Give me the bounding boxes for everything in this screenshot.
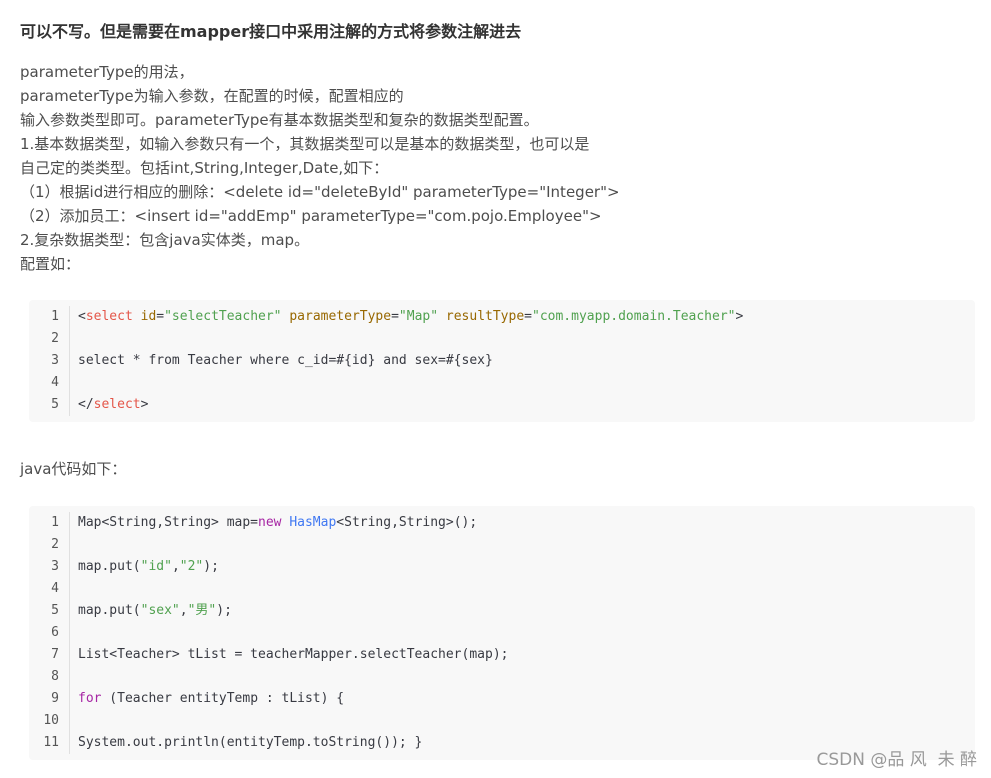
code-token: System.out.println(entityTemp.toString()… <box>78 735 423 750</box>
line-number: 3 <box>51 353 59 368</box>
code-token: id <box>140 309 157 324</box>
code-token: ); <box>203 559 219 574</box>
code-token: "sex" <box>140 603 180 618</box>
line-number: 6 <box>51 625 59 640</box>
code-token: <String,String>(); <box>336 515 478 530</box>
code-token: Map<String,String> map= <box>78 515 259 530</box>
code-token: (Teacher entityTemp : tList) { <box>101 691 345 706</box>
code-line: 3 map.put("id", "2"); <box>29 556 975 578</box>
line-number: 11 <box>43 735 59 750</box>
code-token: "Map" <box>398 309 439 324</box>
line-number: 8 <box>51 669 59 684</box>
code-token: parameterType <box>289 309 392 324</box>
line-number: 1 <box>51 515 59 530</box>
line-number: 2 <box>51 331 59 346</box>
code-line: 5 map.put("sex", "男"); <box>29 600 975 622</box>
code-line: 8 <box>29 666 975 688</box>
code-line: 4 <box>29 578 975 600</box>
paragraph-line: 输入参数类型即可。parameterType有基本数据类型和复杂的数据类型配置。 <box>20 111 539 129</box>
code-token: map.put( <box>78 559 141 574</box>
code-token: select <box>85 309 133 324</box>
code-line: 9 for (Teacher entityTemp : tList) { <box>29 688 975 710</box>
code-token: resultType <box>445 309 525 324</box>
code-token: = <box>524 309 532 324</box>
line-number: 3 <box>51 559 59 574</box>
intro-paragraph: parameterType的用法， parameterType为输入参数，在配置… <box>20 60 620 276</box>
code-token: map.put( <box>78 603 141 618</box>
paragraph-line: （1）根据id进行相应的删除：<delete id="deleteById" p… <box>20 183 620 201</box>
code-token: = <box>391 309 399 324</box>
code-line: 1 < select id = "selectTeacher" parameterTy… <box>29 306 975 328</box>
code-line: 2 <box>29 328 975 350</box>
code-token: List<Teacher> tList = teacherMapper.sele… <box>78 647 509 662</box>
line-number: 1 <box>51 309 59 324</box>
code-line: 7 List<Teacher> tList = teacherMapper.se… <box>29 644 975 666</box>
paragraph-line: parameterType为输入参数，在配置的时候，配置相应的 <box>20 87 404 105</box>
line-number: 5 <box>51 397 59 412</box>
code-token: "男" <box>187 603 217 618</box>
section-heading: 可以不写。但是需要在mapper接口中采用注解的方式将参数注解进去 <box>20 22 522 41</box>
code-token: select * from Teacher where c_id=#{id} a… <box>78 353 493 368</box>
code-line: 1 Map<String,String> map= new HasMap <Stri… <box>29 512 975 534</box>
code-token: , <box>171 559 180 574</box>
code-token: > <box>140 397 149 412</box>
code-token: "id" <box>140 559 172 574</box>
paragraph-line: 配置如： <box>20 255 81 273</box>
code-token: new <box>258 515 282 530</box>
code-token: </ <box>78 397 94 412</box>
line-number: 9 <box>51 691 59 706</box>
code-line: 2 <box>29 534 975 556</box>
code-token: for <box>78 691 102 706</box>
code-line: 4 <box>29 372 975 394</box>
code-line: 5 </select > <box>29 394 975 416</box>
code-line: 10 <box>29 710 975 732</box>
line-number: 7 <box>51 647 59 662</box>
paragraph-line: 1.基本数据类型，如输入参数只有一个，其数据类型可以是基本的数据类型，也可以是 <box>20 135 590 153</box>
paragraph-line: 2.复杂数据类型：包含java实体类，map。 <box>20 231 310 249</box>
code-token: "2" <box>179 559 204 574</box>
paragraph-line: 自己定的类类型。包括int,String,Integer,Date,如下： <box>20 159 389 177</box>
code-token: ); <box>216 603 232 618</box>
code-token: , <box>179 603 188 618</box>
java-code-block[interactable]: 1 Map<String,String> map= new HasMap <Stri… <box>29 506 975 760</box>
code-token: select <box>93 397 141 412</box>
paragraph-line: （2）添加员工：<insert id="addEmp" parameterTyp… <box>20 207 602 225</box>
code-token: < <box>78 309 86 324</box>
line-number: 2 <box>51 537 59 552</box>
code-token: > <box>735 309 744 324</box>
code-token: = <box>156 309 165 324</box>
xml-code-block[interactable]: 1 < select id = "selectTeacher" parameterTy… <box>29 300 975 422</box>
line-number: 4 <box>51 581 59 596</box>
code-token: HasMap <box>289 515 337 530</box>
line-number: 5 <box>51 603 59 618</box>
code-token: "com.myapp.domain.Teacher" <box>532 309 736 324</box>
code-line: 3 select * from Teacher where c_id=#{id}… <box>29 350 975 372</box>
csdn-watermark: CSDN @品 风 ‍ 未 醉 <box>816 750 978 770</box>
line-number: 10 <box>43 713 59 728</box>
paragraph-line: parameterType的用法， <box>20 63 194 81</box>
java-subheading: java代码如下： <box>20 460 127 478</box>
code-line: 6 <box>29 622 975 644</box>
code-token: "selectTeacher" <box>164 309 282 324</box>
line-number: 4 <box>51 375 59 390</box>
